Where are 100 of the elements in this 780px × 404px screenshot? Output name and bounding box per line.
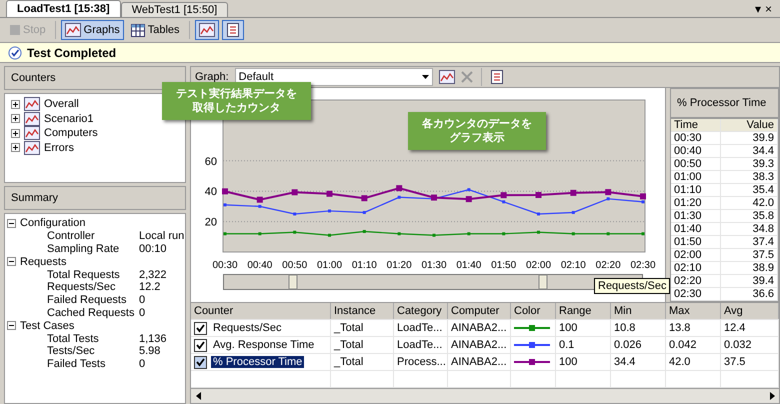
horizontal-scrollbar[interactable]	[191, 388, 779, 403]
table-cell-text: Requests/Sec	[212, 322, 282, 334]
summary-label: Total Requests	[47, 268, 121, 281]
summary-value: 0	[139, 294, 146, 306]
tree-item[interactable]: Requests	[20, 256, 66, 268]
point	[537, 230, 540, 234]
axis-label: 00:30	[212, 260, 238, 271]
table-cell: 36.6	[721, 288, 778, 300]
table-cell: 35.4	[721, 184, 778, 196]
collapse-icon[interactable]	[7, 321, 16, 330]
checkbox[interactable]	[194, 356, 207, 368]
axis-label: 02:20	[596, 260, 621, 271]
summary-value: 2,322	[139, 268, 168, 281]
point	[640, 193, 646, 200]
point	[398, 196, 401, 199]
line-chart-icon	[24, 126, 40, 140]
point	[326, 190, 332, 197]
table-cell: 42.0	[721, 197, 778, 209]
expand-icon[interactable]	[11, 114, 20, 124]
axis-label: 02:10	[560, 260, 586, 271]
axis-label: 02:30	[630, 260, 656, 271]
collapse-icon[interactable]	[7, 218, 16, 228]
callout-text: テスト実行結果データを	[176, 87, 297, 101]
column-header[interactable]: Max	[666, 303, 721, 319]
point	[502, 200, 506, 204]
column-header[interactable]: Range	[556, 303, 611, 319]
document-tab[interactable]: WebTest1 [15:50]	[120, 2, 228, 17]
summary-value: 5.98	[139, 345, 162, 358]
table-cell: 01:10	[671, 184, 721, 196]
tree-item[interactable]: Computers	[44, 127, 98, 140]
summary-label: Requests/Sec	[47, 281, 116, 294]
left-arrow-icon[interactable]	[196, 392, 200, 400]
point	[605, 189, 612, 196]
list-icon[interactable]	[490, 70, 504, 84]
table-cell: 02:20	[671, 275, 721, 287]
expand-icon[interactable]	[11, 128, 20, 138]
table-cell: 00:30	[671, 132, 721, 144]
column-header[interactable]: Min	[611, 303, 666, 319]
expand-icon[interactable]	[11, 143, 20, 152]
table-cell: 34.4	[611, 354, 666, 370]
right-arrow-icon[interactable]	[770, 392, 774, 400]
summary-label: Total Tests	[47, 332, 100, 345]
table-cell: 10.8	[611, 320, 666, 336]
line-chart-icon	[198, 23, 215, 37]
status-text: Test Completed	[27, 46, 116, 60]
graph-label: Graph:	[195, 71, 229, 83]
collapse-icon[interactable]	[7, 257, 16, 266]
checkbox[interactable]	[194, 338, 207, 352]
table-cell: 38.9	[721, 262, 778, 274]
table-cell: % Processor Time	[211, 356, 304, 368]
line-chart-icon[interactable]	[438, 70, 455, 84]
point	[396, 185, 402, 192]
callout-text: 各カウンタのデータを	[422, 117, 532, 131]
point	[467, 232, 470, 236]
axis-label: 60	[204, 156, 217, 168]
point	[502, 232, 506, 236]
summary-value: Local run	[139, 230, 185, 242]
column-header[interactable]: Avg	[721, 303, 779, 319]
point	[293, 230, 296, 234]
check-circle-icon	[8, 46, 22, 60]
line-chart-icon	[64, 23, 81, 37]
point	[642, 200, 644, 204]
document-tab[interactable]: LoadTest1 [15:38]	[6, 0, 121, 17]
tree-item[interactable]: Configuration	[20, 217, 86, 230]
column-header[interactable]: Category	[394, 303, 448, 319]
toolbar-icon-button[interactable]	[194, 20, 219, 40]
column-header[interactable]: Color	[511, 303, 556, 319]
table-cell: AINABA2...	[448, 320, 511, 336]
tree-item[interactable]: Test Cases	[20, 320, 74, 332]
table-cell: 02:00	[671, 249, 721, 261]
axis-label: 01:10	[352, 260, 377, 271]
column-header[interactable]: Instance	[331, 303, 394, 319]
point	[572, 232, 575, 236]
graph-select[interactable]: Default	[234, 68, 433, 86]
expand-icon[interactable]	[11, 100, 20, 109]
caret-icon	[422, 75, 429, 79]
table-cell: 100	[556, 354, 611, 370]
table-cell: 35.8	[721, 210, 778, 222]
tree-item[interactable]: Scenario1	[44, 112, 94, 125]
column-header[interactable]: Counter	[191, 303, 331, 319]
tree-item[interactable]: Overall	[44, 98, 79, 110]
close-button[interactable]: ×	[764, 2, 772, 16]
axis-label: 01:30	[421, 260, 447, 271]
summary-value: 1,136	[139, 332, 168, 345]
point	[258, 204, 262, 208]
table-cell: 01:30	[671, 210, 721, 222]
point	[536, 192, 542, 198]
dropdown-button[interactable]: ▾	[754, 2, 761, 16]
column-header[interactable]: Computer	[448, 303, 511, 319]
point	[224, 203, 226, 206]
tree-item[interactable]: Errors	[44, 142, 74, 154]
table-cell: _Total	[331, 320, 394, 336]
axis-label: 00:40	[247, 260, 272, 271]
toolbar-button[interactable]: Tables	[126, 20, 184, 40]
toolbar-icon-button[interactable]	[222, 20, 244, 40]
checkbox[interactable]	[194, 322, 207, 334]
table-cell-text: Avg. Response Time	[212, 339, 316, 351]
table-cell: AINABA2...	[448, 337, 511, 353]
toolbar-button[interactable]: Graphs	[60, 20, 124, 40]
summary-label: Failed Requests	[47, 294, 128, 306]
